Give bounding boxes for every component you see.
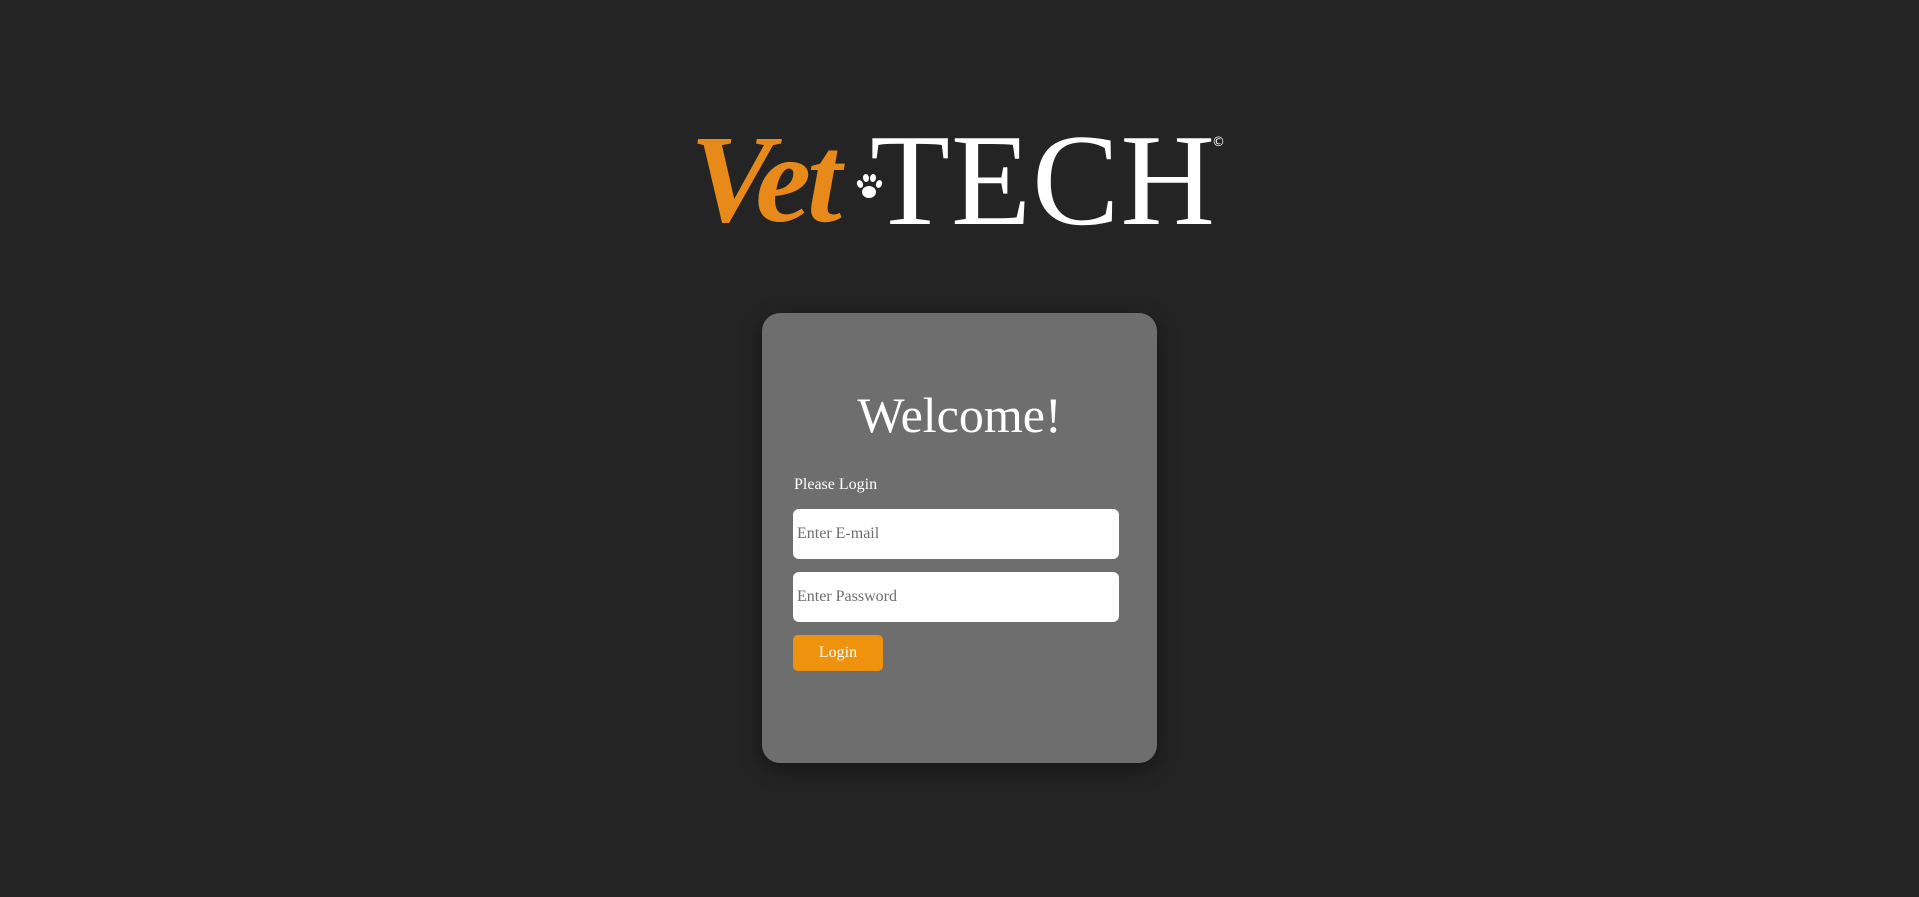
- login-card: Welcome! Please Login Login: [762, 313, 1157, 763]
- logo-vet-text: Vet: [690, 111, 842, 249]
- copyright-symbol: ©: [1212, 135, 1225, 150]
- login-page: Vet TECH © Welcome! Please Login Login: [0, 0, 1919, 897]
- vettech-logo: Vet TECH ©: [690, 115, 1230, 246]
- email-input[interactable]: [793, 509, 1119, 559]
- password-input[interactable]: [793, 572, 1119, 622]
- welcome-heading: Welcome!: [857, 387, 1062, 443]
- login-button[interactable]: Login: [793, 635, 883, 671]
- please-login-label: Please Login: [794, 476, 878, 493]
- logo-tech-text: TECH: [870, 108, 1217, 253]
